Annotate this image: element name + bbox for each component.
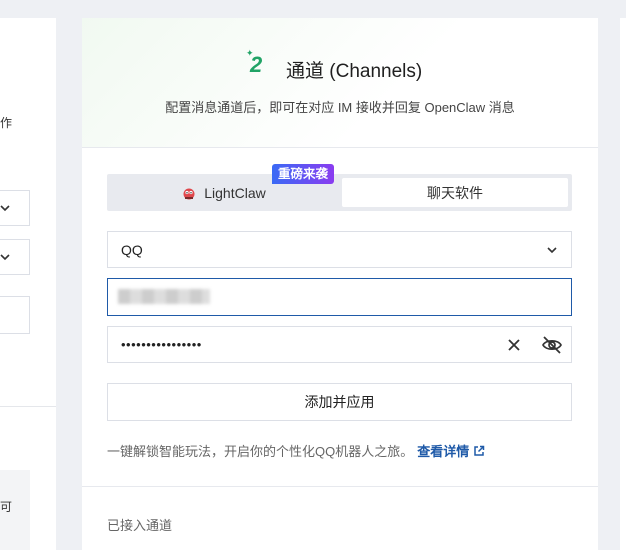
secret-input-value: •••••••••••••••• — [121, 337, 202, 352]
external-link-icon — [474, 445, 485, 456]
left-divider — [0, 406, 56, 407]
app-id-input[interactable] — [107, 278, 572, 316]
channel-select[interactable]: QQ — [107, 231, 572, 268]
channels-card: ✦ 2 通道 (Channels) 配置消息通道后，即可在对应 IM 接收并回复… — [82, 18, 598, 550]
card-header: ✦ 2 通道 (Channels) 配置消息通道后，即可在对应 IM 接收并回复… — [82, 18, 598, 148]
chevron-down-icon — [547, 247, 557, 254]
left-select-2[interactable] — [0, 239, 30, 275]
left-lower-fragment: 可 — [0, 500, 13, 514]
close-icon[interactable] — [505, 336, 523, 354]
section-divider — [82, 486, 598, 487]
step-number: 2 — [250, 52, 263, 77]
connected-channels-label: 已接入通道 — [107, 518, 173, 533]
tab-chat-software-label: 聊天软件 — [427, 184, 483, 201]
secret-input[interactable]: •••••••••••••••• — [107, 326, 572, 363]
tab-lightclaw-label: LightClaw — [204, 184, 266, 201]
page: 作 可 ✦ 2 通道 (Channels) 配置消息通道后，即可在对应 IM 接… — [0, 0, 626, 550]
channel-type-tabs: LightClaw 聊天软件 — [107, 174, 572, 211]
card-subtitle: 配置消息通道后，即可在对应 IM 接收并回复 OpenClaw 消息 — [165, 100, 515, 115]
hint-text: 一键解锁智能玩法，开启你的个性化QQ机器人之旅。 — [107, 444, 414, 459]
channel-select-value: QQ — [121, 241, 143, 258]
view-details-label: 查看详情 — [417, 444, 470, 459]
card-title: 通道 (Channels) — [286, 61, 423, 82]
hint-line: 一键解锁智能玩法，开启你的个性化QQ机器人之旅。 查看详情 — [107, 441, 485, 460]
redacted-value — [118, 289, 210, 304]
chevron-down-icon — [0, 254, 10, 261]
new-feature-badge: 重磅来袭 — [272, 164, 335, 184]
eye-off-icon[interactable] — [541, 335, 563, 355]
right-card — [620, 18, 626, 550]
view-details-link[interactable]: 查看详情 — [417, 441, 485, 460]
left-card-fragment-text: 作 — [0, 116, 13, 130]
lightclaw-icon — [183, 188, 195, 199]
tab-chat-software[interactable]: 聊天软件 — [342, 178, 568, 207]
chevron-down-icon — [0, 205, 10, 212]
add-and-apply-button[interactable]: 添加并应用 — [107, 383, 572, 421]
left-select-1[interactable] — [0, 190, 30, 226]
left-input[interactable] — [0, 296, 30, 334]
left-card: 作 可 — [0, 18, 56, 550]
